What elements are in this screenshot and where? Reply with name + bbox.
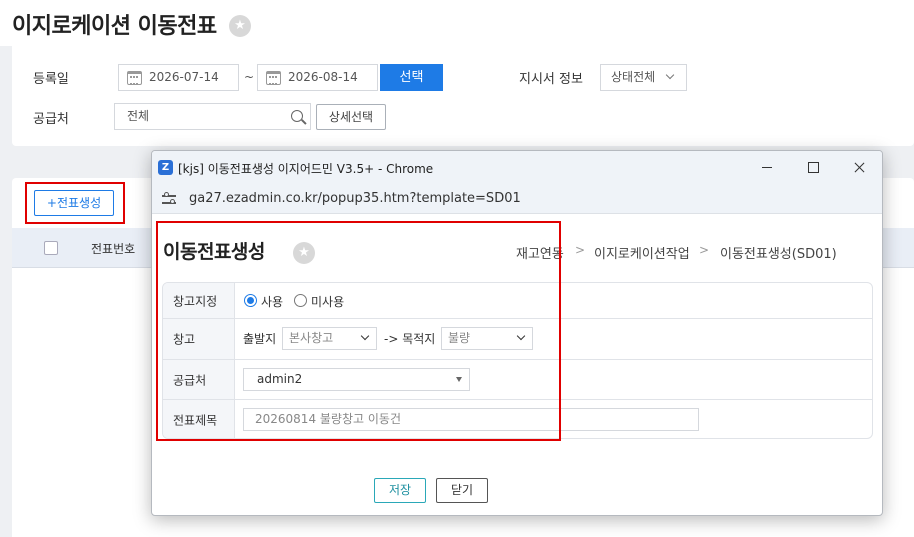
- date-select-button[interactable]: 선택: [380, 64, 443, 91]
- maximize-icon[interactable]: [790, 151, 836, 184]
- page-header: 이지로케이션 이동전표 ★: [0, 0, 914, 46]
- close-button[interactable]: 닫기: [436, 478, 488, 503]
- site-settings-icon[interactable]: [162, 192, 178, 206]
- page-title: 이지로케이션 이동전표: [12, 14, 217, 39]
- calendar-icon: [266, 71, 281, 85]
- breadcrumb-chevron-icon: >: [699, 243, 710, 257]
- status-select[interactable]: 상태전체: [600, 64, 687, 91]
- supplier-search-input[interactable]: 전체: [114, 103, 311, 130]
- date-separator: ~: [244, 70, 255, 84]
- supplier-label: 공급처: [33, 112, 69, 127]
- highlight-box-form: [156, 221, 561, 441]
- breadcrumb-chevron-icon: >: [575, 243, 586, 257]
- window-titlebar: Z [kjs] 이동전표생성 이지어드민 V3.5+ - Chrome: [152, 151, 882, 184]
- breadcrumb-item[interactable]: 이지로케이션작업: [594, 243, 690, 262]
- detail-select-button[interactable]: 상세선택: [316, 104, 386, 130]
- order-info-label: 지시서 정보: [519, 72, 583, 87]
- breadcrumb-item-current: 이동전표생성(SD01): [720, 247, 837, 262]
- favorite-star-icon[interactable]: ★: [229, 15, 251, 37]
- column-header-slip-number: 전표번호: [91, 242, 136, 256]
- filter-panel: 등록일 2026-07-14 ~ 2026-08-14 선택 지시서 정보 상태…: [12, 46, 914, 146]
- minimize-icon[interactable]: [744, 151, 790, 184]
- window-title: [kjs] 이동전표생성 이지어드민 V3.5+ - Chrome: [178, 162, 434, 176]
- date-to-input[interactable]: 2026-08-14: [257, 64, 378, 91]
- chevron-down-icon: [665, 70, 675, 80]
- address-bar: ga27.ezadmin.co.kr/popup35.htm?template=…: [152, 184, 882, 214]
- select-all-checkbox[interactable]: [44, 241, 58, 255]
- highlight-box-create: [25, 182, 125, 224]
- reg-date-label: 등록일: [33, 72, 69, 87]
- search-icon[interactable]: [291, 110, 303, 122]
- url-text[interactable]: ga27.ezadmin.co.kr/popup35.htm?template=…: [189, 191, 521, 206]
- calendar-icon: [127, 71, 142, 85]
- save-button[interactable]: 저장: [374, 478, 426, 503]
- date-from-input[interactable]: 2026-07-14: [118, 64, 239, 91]
- ezadmin-app-icon: Z: [158, 160, 173, 175]
- close-icon[interactable]: [836, 151, 882, 184]
